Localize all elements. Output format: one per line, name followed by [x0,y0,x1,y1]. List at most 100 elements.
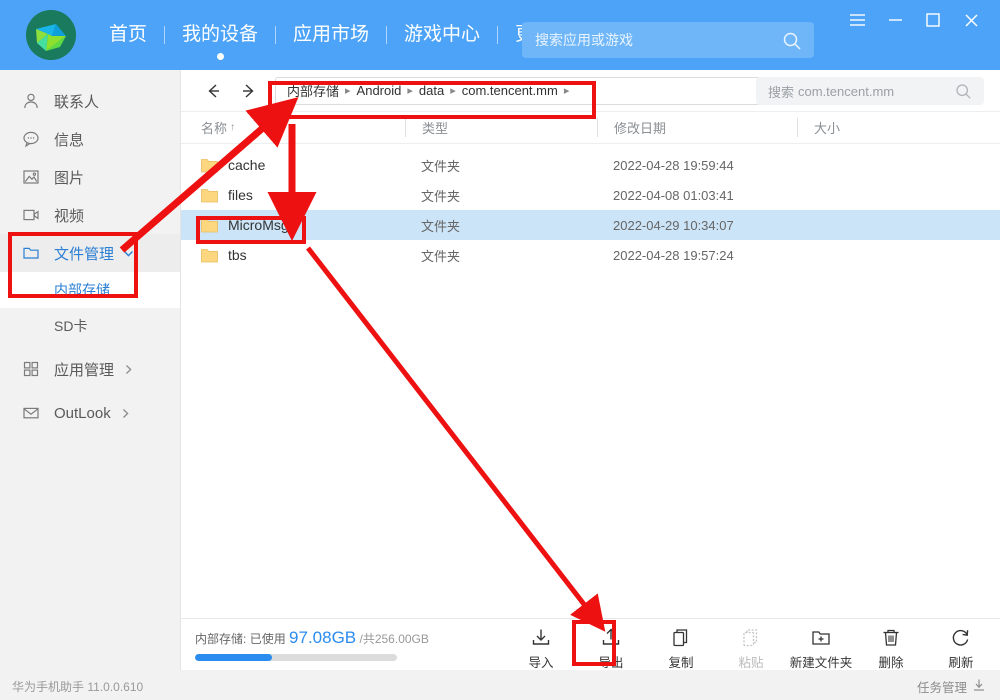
nav-item-home[interactable]: 首页 [92,0,164,70]
chevron-down-icon [122,247,135,260]
trash-icon [880,626,902,650]
breadcrumb-item-1[interactable]: Android [354,83,405,98]
sidebar-subitem-sd-card[interactable]: SD卡 [0,308,180,344]
file-name-cell: MicroMsg [181,217,405,233]
sidebar-item-images[interactable]: 图片 [0,158,180,196]
nav-item-my-device[interactable]: 我的设备 [165,0,275,70]
import-icon [530,626,552,650]
video-icon [20,204,42,226]
panel-search-prefix: 搜索 [768,84,795,100]
delete-button[interactable]: 删除 [856,623,926,671]
column-header-name[interactable]: 名称 ↑ [181,118,405,137]
mail-icon [20,402,42,424]
file-type-cell: 文件夹 [421,158,461,174]
panel-search-box[interactable]: 搜索 com.tencent.mm [756,77,984,105]
storage-label: 内部存储: [195,632,247,646]
tool-label: 刷新 [948,656,974,670]
sidebar-subitem-label: 内部存储 [54,282,110,298]
back-button[interactable] [197,76,231,106]
storage-total-label: /共256.00GB [359,632,429,646]
sidebar-item-videos[interactable]: 视频 [0,196,180,234]
sidebar-item-label: 图片 [54,169,85,187]
new-folder-button[interactable]: 新建文件夹 [786,623,856,671]
file-name: files [228,187,253,203]
tool-label: 导入 [528,656,554,670]
file-browser-panel: 内部存储 ▸ Android ▸ data ▸ com.tencent.mm ▸… [180,70,1000,670]
menu-button[interactable] [838,4,876,36]
folder-icon [201,218,218,233]
storage-info: 内部存储: 已使用 97.08GB /共256.00GB [195,628,429,661]
file-name-cell: cache [181,157,405,173]
copy-icon [670,626,692,650]
paste-button[interactable]: 粘贴 [716,623,786,671]
tool-label: 新建文件夹 [789,656,853,670]
file-list: cache 文件夹 2022-04-28 19:59:44 files 文件夹 … [181,150,1000,270]
close-button[interactable] [952,4,990,36]
breadcrumb-item-3[interactable]: com.tencent.mm [459,83,561,98]
minimize-button[interactable] [876,4,914,36]
search-icon[interactable] [782,31,802,56]
refresh-button[interactable]: 刷新 [926,623,996,671]
table-row[interactable]: cache 文件夹 2022-04-28 19:59:44 [181,150,1000,180]
sidebar-subitem-internal-storage[interactable]: 内部存储 [0,272,180,308]
breadcrumb-separator: ▸ [450,85,456,97]
storage-used-value: 97.08GB [289,628,357,647]
app-version-info: 华为手机助手 11.0.0.610 [12,678,143,695]
folder-icon [201,188,218,203]
nav-label: 游戏中心 [404,24,481,45]
header-search-box[interactable]: 搜索应用或游戏 [522,22,814,58]
nav-item-game-center[interactable]: 游戏中心 [387,0,497,70]
forward-button[interactable] [231,76,265,106]
table-row[interactable]: tbs 文件夹 2022-04-28 19:57:24 [181,240,1000,270]
tool-label: 复制 [668,656,694,670]
download-arrow-icon [972,678,986,695]
status-bar: 华为手机助手 11.0.0.610 任务管理 [0,670,1000,700]
nav-label: 首页 [109,24,148,45]
tool-label: 粘贴 [738,656,764,670]
nav-active-dot [216,53,224,60]
file-type-cell: 文件夹 [421,218,461,234]
chevron-right-icon [122,363,135,376]
sidebar-item-outlook[interactable]: OutLook [0,394,180,432]
maximize-button[interactable] [914,4,952,36]
nav-item-app-market[interactable]: 应用市场 [276,0,386,70]
column-label: 类型 [422,121,449,136]
folder-icon [201,158,218,173]
file-type-cell: 文件夹 [421,188,461,204]
sidebar-item-label: 文件管理 [54,245,115,263]
file-date-cell: 2022-04-28 19:57:24 [613,247,734,263]
table-row[interactable]: files 文件夹 2022-04-08 01:03:41 [181,180,1000,210]
folder-icon [201,248,218,263]
table-row[interactable]: MicroMsg 文件夹 2022-04-29 10:34:07 [181,210,1000,240]
breadcrumb[interactable]: 内部存储 ▸ Android ▸ data ▸ com.tencent.mm ▸ [275,76,764,105]
file-name: MicroMsg [228,217,289,233]
sort-indicator-icon: ↑ [230,122,236,133]
task-manager-button[interactable]: 任务管理 [917,677,986,696]
app-name: 华为手机助手 [12,680,85,694]
app-header: 首页 我的设备 应用市场 游戏中心 更多服务 搜索应用或游戏 [0,0,1000,70]
chevron-right-icon [119,407,132,420]
copy-button[interactable]: 复制 [646,623,716,671]
file-date-cell: 2022-04-08 01:03:41 [613,187,734,203]
sidebar-item-file-management[interactable]: 文件管理 [0,234,180,272]
refresh-icon [950,626,972,650]
breadcrumb-item-0[interactable]: 内部存储 [284,81,342,100]
task-manager-label: 任务管理 [916,681,967,695]
sidebar-item-contacts[interactable]: 联系人 [0,82,180,120]
file-name-cell: tbs [181,247,405,263]
storage-used-label: 已使用 [249,632,286,646]
search-icon[interactable] [955,83,972,105]
hisuite-window: 首页 我的设备 应用市场 游戏中心 更多服务 搜索应用或游戏 [0,0,1000,700]
export-button[interactable]: 导出 [576,623,646,671]
sidebar-item-app-management[interactable]: 应用管理 [0,350,180,388]
import-button[interactable]: 导入 [506,623,576,671]
column-header-size[interactable]: 大小 [797,118,947,137]
sidebar-item-label: 视频 [54,207,85,225]
breadcrumb-separator: ▸ [407,85,413,97]
sidebar-item-messages[interactable]: 信息 [0,120,180,158]
column-header-type[interactable]: 类型 [405,118,597,137]
column-header-date[interactable]: 修改日期 [597,118,797,137]
breadcrumb-item-2[interactable]: data [416,83,447,98]
sidebar-item-label: 应用管理 [54,361,115,379]
storage-progress-bar [195,654,397,661]
